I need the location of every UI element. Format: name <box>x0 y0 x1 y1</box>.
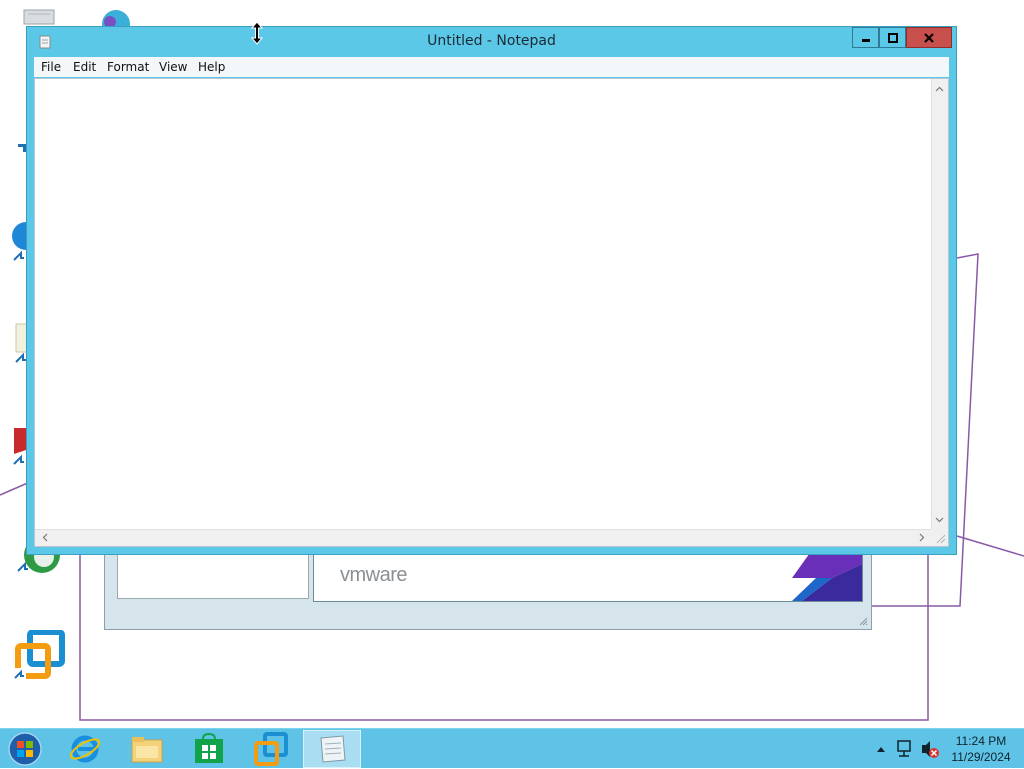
close-button[interactable] <box>906 27 952 48</box>
internet-explorer-icon <box>69 735 101 763</box>
start-button[interactable] <box>0 730 50 768</box>
text-editor[interactable] <box>34 78 949 547</box>
menu-view[interactable]: View <box>159 60 187 74</box>
scrollbar-corner <box>931 529 948 546</box>
taskbar-internet-explorer[interactable] <box>56 730 114 768</box>
taskbar-vmware[interactable] <box>242 730 300 768</box>
vmware-banner-graphic <box>792 550 862 601</box>
vertical-scrollbar[interactable] <box>931 79 948 529</box>
taskbar-notepad[interactable] <box>303 730 361 768</box>
clock-time: 11:24 PM <box>955 734 1007 748</box>
resize-cursor-icon <box>250 21 264 45</box>
notepad-window: Untitled - Notepad File Edit Format View… <box>26 26 957 555</box>
recycle-bin-icon[interactable] <box>22 6 58 26</box>
title-bar[interactable]: Untitled - Notepad <box>27 27 956 57</box>
notepad-icon <box>320 735 346 763</box>
scroll-left-arrow-icon[interactable] <box>37 530 52 545</box>
windows-orb-icon <box>8 732 42 766</box>
browser-shortcut-icon[interactable] <box>94 6 138 26</box>
menu-file[interactable]: File <box>41 60 61 74</box>
vmware-shortcut-icon[interactable] <box>14 630 66 682</box>
scroll-right-arrow-icon[interactable] <box>914 530 929 545</box>
horizontal-scrollbar[interactable] <box>35 529 931 546</box>
taskbar: 11:24 PM 11/29/2024 <box>0 728 1024 768</box>
network-icon <box>897 740 911 757</box>
taskbar-clock[interactable]: 11:24 PM 11/29/2024 <box>946 733 1016 765</box>
menu-bar: File Edit Format View Help <box>34 57 949 77</box>
vmware-icon <box>254 732 288 766</box>
menu-edit[interactable]: Edit <box>73 60 96 74</box>
maximize-icon <box>887 32 898 43</box>
store-icon <box>195 733 223 763</box>
taskbar-file-explorer[interactable] <box>118 730 176 768</box>
volume-muted-icon <box>922 741 939 758</box>
clock-date: 11/29/2024 <box>951 750 1011 764</box>
size-grip-icon[interactable] <box>931 529 948 546</box>
system-tray <box>877 740 939 758</box>
scroll-down-arrow-icon[interactable] <box>932 512 947 527</box>
desktop: vmware Untitled - Notepad File Edit Form… <box>0 0 1024 728</box>
installer-left-panel <box>117 549 309 599</box>
minimize-button[interactable] <box>852 27 879 48</box>
menu-help[interactable]: Help <box>198 60 225 74</box>
vmware-logo-text: vmware <box>340 564 408 586</box>
show-hidden-icons-icon <box>877 747 885 752</box>
close-icon <box>924 32 934 43</box>
resize-grip-icon[interactable] <box>858 616 868 626</box>
scroll-up-arrow-icon[interactable] <box>932 81 947 96</box>
folder-icon <box>131 737 163 763</box>
minimize-icon <box>861 38 870 42</box>
maximize-button[interactable] <box>879 27 906 48</box>
installer-banner: vmware <box>313 549 863 602</box>
taskbar-store[interactable] <box>180 730 238 768</box>
window-title: Untitled - Notepad <box>427 33 556 49</box>
menu-format[interactable]: Format <box>107 60 149 74</box>
